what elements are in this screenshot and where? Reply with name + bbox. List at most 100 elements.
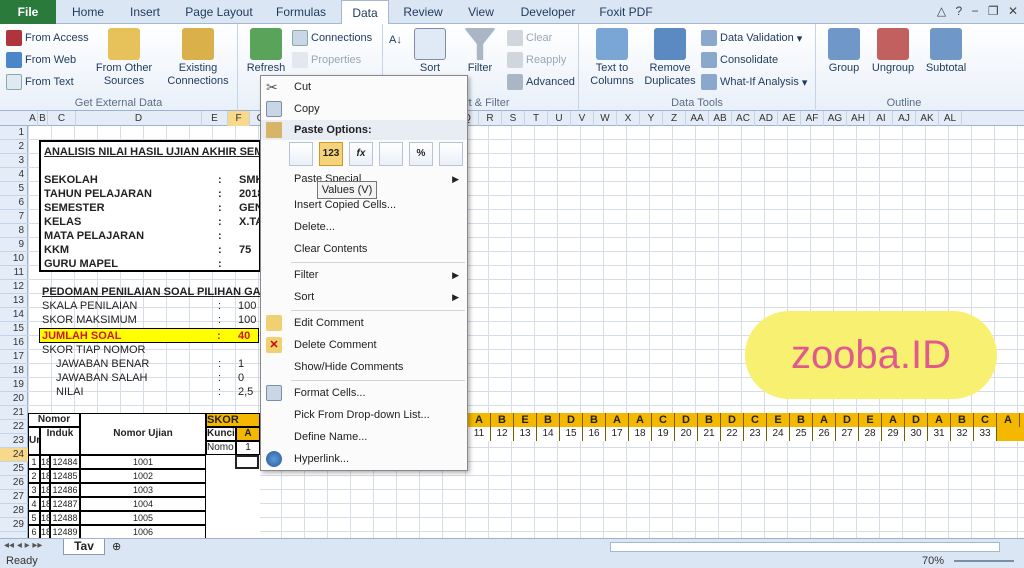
minimize-icon[interactable]: −	[971, 4, 978, 18]
question-number-cell[interactable]: 25	[790, 427, 813, 441]
connections-button[interactable]: Connections	[292, 30, 372, 46]
row-header[interactable]: 11	[0, 266, 28, 280]
column-header[interactable]: T	[525, 111, 548, 126]
clear-button[interactable]: Clear	[507, 30, 552, 46]
column-header[interactable]: AE	[778, 111, 801, 126]
menu-cut[interactable]: ✂ Cut	[261, 76, 467, 98]
answer-key-cell[interactable]: C	[744, 413, 767, 427]
menu-edit-comment[interactable]: Edit Comment	[261, 312, 467, 334]
answer-key-cell[interactable]: B	[491, 413, 514, 427]
question-number-cell[interactable]: 26	[813, 427, 836, 441]
menu-delete[interactable]: Delete...	[261, 216, 467, 238]
answer-key-cell[interactable]: A	[606, 413, 629, 427]
question-number-cell[interactable]: 20	[675, 427, 698, 441]
question-number-cell[interactable]: 11	[468, 427, 491, 441]
answer-key-cell[interactable]: D	[560, 413, 583, 427]
advanced-button[interactable]: Advanced	[507, 74, 575, 90]
question-number-cell[interactable]: 32	[951, 427, 974, 441]
from-web-button[interactable]: From Web	[6, 52, 76, 68]
column-header[interactable]: V	[571, 111, 594, 126]
question-number-cell[interactable]: 17	[606, 427, 629, 441]
answer-key-cell[interactable]: B	[951, 413, 974, 427]
column-header[interactable]: Y	[640, 111, 663, 126]
student-cell-ind[interactable]: 12484	[50, 455, 80, 469]
tab-review[interactable]: Review	[396, 0, 450, 24]
row-header[interactable]: 8	[0, 224, 28, 238]
menu-pick-from-list[interactable]: Pick From Drop-down List...	[261, 404, 467, 426]
answer-key-cell[interactable]: E	[514, 413, 537, 427]
paste-formatting-icon[interactable]: %	[409, 142, 433, 166]
answer-key-cell[interactable]: B	[583, 413, 606, 427]
answer-key-cell[interactable]: A	[813, 413, 836, 427]
menu-hyperlink[interactable]: Hyperlink...	[261, 448, 467, 470]
row-header[interactable]: 4	[0, 168, 28, 182]
column-header[interactable]: AJ	[893, 111, 916, 126]
menu-show-hide-comments[interactable]: Show/Hide Comments	[261, 356, 467, 378]
column-header[interactable]: AH	[847, 111, 870, 126]
menu-sort[interactable]: Sort ▶	[261, 286, 467, 308]
filter-button[interactable]: Filter	[463, 28, 497, 75]
question-number-cell[interactable]: 13	[514, 427, 537, 441]
row-header[interactable]: 15	[0, 322, 28, 336]
column-header[interactable]: E	[202, 111, 228, 126]
student-cell-i[interactable]: 18	[40, 511, 51, 525]
menu-define-name[interactable]: Define Name...	[261, 426, 467, 448]
menu-filter[interactable]: Filter ▶	[261, 264, 467, 286]
question-number-cell[interactable]: 33	[974, 427, 997, 441]
student-cell-ind[interactable]: 12486	[50, 483, 80, 497]
question-number-cell[interactable]: 31	[928, 427, 951, 441]
column-header[interactable]: C	[48, 111, 76, 126]
student-cell-nu[interactable]: 1005	[80, 511, 206, 525]
answer-key-cell[interactable]: A	[997, 413, 1020, 427]
answer-key-cell[interactable]: D	[836, 413, 859, 427]
zoom-slider[interactable]	[954, 560, 1014, 562]
tab-file[interactable]: File	[0, 0, 56, 24]
question-number-cell[interactable]: 30	[905, 427, 928, 441]
question-number-cell[interactable]: 23	[744, 427, 767, 441]
ungroup-button[interactable]: Ungroup	[868, 28, 918, 75]
minimize-ribbon-icon[interactable]: △	[937, 4, 946, 18]
paste-icon[interactable]	[289, 142, 313, 166]
row-header[interactable]: 10	[0, 252, 28, 266]
column-header[interactable]: AK	[916, 111, 939, 126]
existing-connections-button[interactable]: Existing Connections	[162, 28, 234, 88]
row-header[interactable]: 27	[0, 490, 28, 504]
from-other-sources-button[interactable]: From Other Sources	[90, 28, 158, 88]
help-icon[interactable]: ?	[955, 4, 962, 18]
horizontal-scrollbar[interactable]	[610, 542, 1000, 552]
student-cell-u[interactable]: 6	[28, 525, 40, 539]
question-number-cell[interactable]: 28	[859, 427, 882, 441]
answer-key-cell[interactable]: D	[905, 413, 928, 427]
menu-format-cells[interactable]: Format Cells...	[261, 382, 467, 404]
data-validation-button[interactable]: Data Validation ▾	[701, 30, 802, 46]
row-header[interactable]: 29	[0, 518, 28, 532]
column-header[interactable]: AB	[709, 111, 732, 126]
student-cell-u[interactable]: 5	[28, 511, 40, 525]
student-cell-i[interactable]: 18	[40, 469, 51, 483]
sheet-tab[interactable]: Tav	[63, 539, 105, 555]
paste-transpose-icon[interactable]	[379, 142, 403, 166]
tab-view[interactable]: View	[458, 0, 504, 24]
new-sheet-icon[interactable]: ⊕	[112, 540, 121, 553]
close-icon[interactable]: ✕	[1008, 4, 1018, 18]
row-header[interactable]: 24	[0, 448, 28, 462]
question-number-cell[interactable]: 14	[537, 427, 560, 441]
paste-formulas-icon[interactable]: fx	[349, 142, 373, 166]
column-header[interactable]: A	[28, 111, 38, 126]
column-header[interactable]: R	[479, 111, 502, 126]
student-cell-ind[interactable]: 12489	[50, 525, 80, 539]
remove-duplicates-button[interactable]: Remove Duplicates	[639, 28, 701, 88]
row-header[interactable]: 22	[0, 420, 28, 434]
column-header[interactable]: AI	[870, 111, 893, 126]
column-header[interactable]: AD	[755, 111, 778, 126]
question-number-cell[interactable]: 27	[836, 427, 859, 441]
answer-key-cell[interactable]: A	[928, 413, 951, 427]
tab-page-layout[interactable]: Page Layout	[178, 0, 260, 24]
from-access-button[interactable]: From Access	[6, 30, 89, 46]
column-header[interactable]: W	[594, 111, 617, 126]
student-cell-nu[interactable]: 1004	[80, 497, 206, 511]
student-cell-ind[interactable]: 12488	[50, 511, 80, 525]
student-cell-nu[interactable]: 1003	[80, 483, 206, 497]
column-header[interactable]: U	[548, 111, 571, 126]
tab-home[interactable]: Home	[64, 0, 112, 24]
